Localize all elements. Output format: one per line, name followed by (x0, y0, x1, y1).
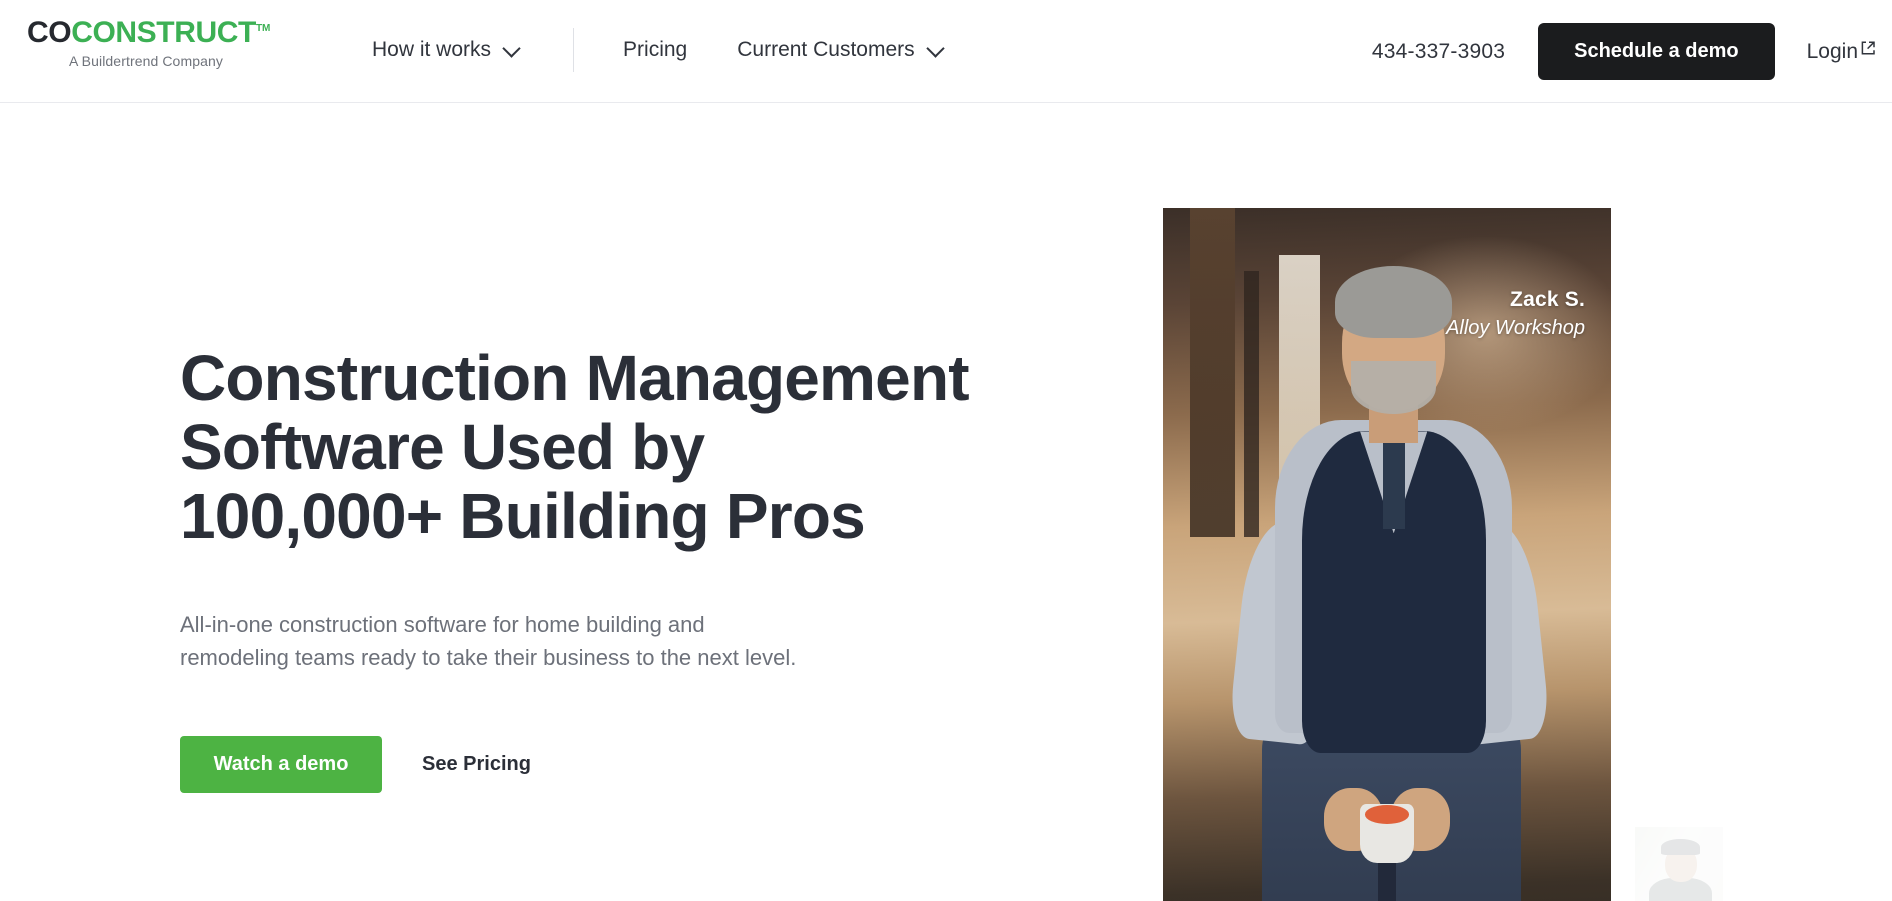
logo-text-co: CO (27, 16, 72, 49)
external-link-icon (1861, 40, 1875, 55)
customer-thumbnail-1[interactable] (1635, 827, 1723, 901)
logo-tagline: A Buildertrend Company (69, 53, 223, 69)
hero-title-line-3: 100,000+ Building Pros (180, 480, 866, 553)
nav-item-how-it-works[interactable]: How it works (372, 38, 519, 62)
hero-cta-group: Watch a demo See Pricing (180, 736, 1080, 794)
nav-divider (573, 28, 575, 72)
watch-demo-button[interactable]: Watch a demo (180, 736, 382, 794)
photo-beam-left (1189, 208, 1235, 538)
schedule-demo-button[interactable]: Schedule a demo (1538, 23, 1775, 80)
photo-caption: Zack S. Alloy Workshop (1446, 288, 1585, 340)
nav-item-current-customers[interactable]: Current Customers (737, 38, 942, 62)
photo-person-hair (1335, 266, 1452, 339)
photo-beam (1243, 270, 1259, 538)
nav-item-pricing[interactable]: Pricing (623, 38, 687, 62)
hero-title-line-1: Construction Management (180, 342, 970, 414)
logo-wordmark: COCONSTRUCTTM (27, 18, 307, 48)
page-title: Construction Management Software Used by… (180, 342, 1080, 553)
logo-text-construct: CONSTRUCT (71, 16, 256, 49)
hero-customer-photo: Zack S. Alloy Workshop (1163, 208, 1611, 901)
photo-caption-company: Alloy Workshop (1446, 317, 1585, 339)
photo-caption-name: Zack S. (1510, 288, 1585, 311)
main-nav-links: How it works Pricing Current Customers (372, 28, 943, 72)
hero-title-line-2: Software Used by (180, 411, 705, 484)
cap-icon (1661, 838, 1701, 855)
photo-person-beard (1351, 360, 1437, 415)
site-logo[interactable]: COCONSTRUCTTM A Buildertrend Company (27, 18, 307, 70)
hero-subtitle: All-in-one construction software for hom… (180, 609, 820, 674)
hero-subtitle-line-2: remodeling teams ready to take their bus… (180, 644, 797, 670)
hero-section: Construction Management Software Used by… (0, 104, 1892, 901)
chevron-down-icon (928, 41, 943, 56)
login-label: Login (1806, 39, 1858, 63)
phone-number[interactable]: 434-337-3903 (1372, 40, 1505, 64)
hero-subtitle-line-1: All-in-one construction software for hom… (180, 612, 705, 638)
photo-person-tie (1382, 443, 1405, 530)
nav-label-current-customers: Current Customers (737, 38, 915, 61)
hero-copy-block: Construction Management Software Used by… (180, 342, 1080, 794)
top-navigation-bar: COCONSTRUCTTM A Buildertrend Company How… (0, 0, 1892, 103)
see-pricing-link[interactable]: See Pricing (422, 753, 531, 776)
nav-label-pricing: Pricing (623, 38, 688, 61)
trademark-icon: TM (255, 23, 271, 34)
nav-right-actions: 434-337-3903 Schedule a demo Login (1372, 0, 1892, 103)
nav-label-how-it-works: How it works (372, 38, 492, 61)
login-link[interactable]: Login (1807, 40, 1876, 64)
chevron-down-icon (504, 41, 519, 56)
